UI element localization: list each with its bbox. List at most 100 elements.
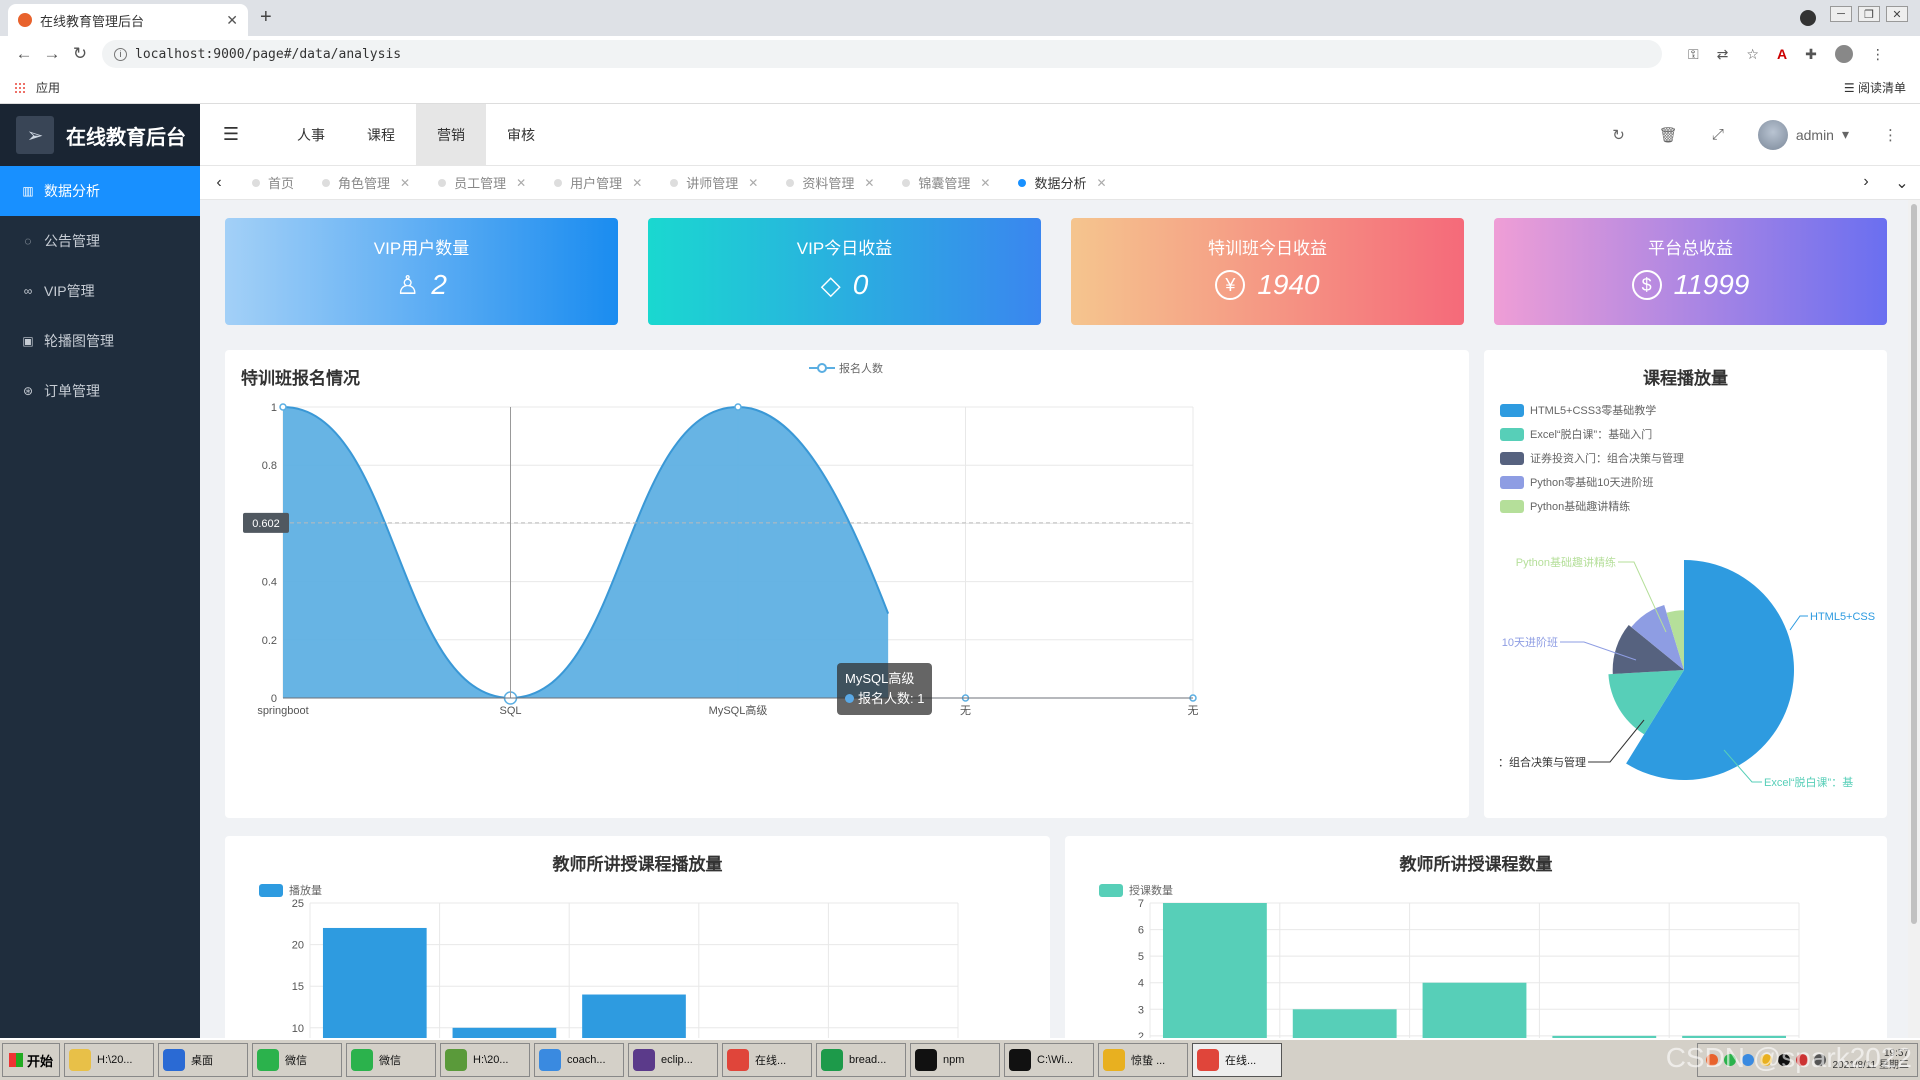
tag-item-7[interactable]: 数据分析 ✕ <box>1004 166 1120 200</box>
sidebar-item-3[interactable]: ▣ 轮播图管理 <box>0 316 200 366</box>
tags-dropdown-icon[interactable]: ⌄ <box>1884 173 1920 193</box>
tag-close-icon[interactable]: ✕ <box>400 176 410 190</box>
x-tick-label: springboot <box>257 705 308 717</box>
page-scrollbar[interactable] <box>1908 200 1920 1038</box>
y-tick-label: 0.4 <box>262 577 277 589</box>
teacher-count-bar-chart[interactable]: 2 3 4 5 6 7 <box>1065 836 1887 1038</box>
tag-item-5[interactable]: 资料管理 ✕ <box>772 166 888 200</box>
tags-next-icon[interactable]: › <box>1848 173 1884 193</box>
pdf-extension-icon[interactable]: A <box>1777 46 1787 62</box>
star-icon[interactable]: ☆ <box>1746 46 1759 63</box>
stat-title: 平台总收益 <box>1648 239 1733 258</box>
taskbar-item-1[interactable]: 桌面 <box>158 1043 249 1077</box>
tag-item-4[interactable]: 讲师管理 ✕ <box>656 166 772 200</box>
taskbar-item-4[interactable]: H:\20... <box>440 1043 531 1077</box>
tag-label: 用户管理 <box>570 176 623 191</box>
taskbar-item-2[interactable]: 微信 <box>252 1043 343 1077</box>
tag-close-icon[interactable]: ✕ <box>980 176 990 190</box>
tag-close-icon[interactable]: ✕ <box>516 176 526 190</box>
browser-tab[interactable]: 在线教育管理后台 ✕ <box>8 4 248 36</box>
app-icon <box>633 1049 656 1071</box>
key-icon[interactable]: ⚿ <box>1688 46 1699 63</box>
taskbar-item-0[interactable]: H:\20... <box>64 1043 155 1077</box>
taskbar-item-10[interactable]: C:\Wi... <box>1004 1043 1095 1077</box>
taskbar-item-label: 在线... <box>755 1055 787 1067</box>
new-tab-button[interactable]: + <box>260 6 272 29</box>
taskbar-item-5[interactable]: coach... <box>534 1043 625 1077</box>
bar[interactable] <box>582 994 686 1038</box>
sidebar-item-0[interactable]: ▥ 数据分析 <box>0 166 200 216</box>
taskbar-item-6[interactable]: eclip... <box>628 1043 719 1077</box>
tag-item-3[interactable]: 用户管理 ✕ <box>540 166 656 200</box>
windows-flag-icon <box>9 1053 23 1067</box>
sidebar-item-4[interactable]: ⊛ 订单管理 <box>0 366 200 416</box>
sidebar-item-label: 轮播图管理 <box>44 333 114 349</box>
translate-icon[interactable]: ⇄ <box>1717 46 1729 63</box>
tooltip-series: 报名人数 <box>858 691 911 706</box>
tag-close-icon[interactable]: ✕ <box>864 176 874 190</box>
tab-search-icon[interactable] <box>1800 10 1816 26</box>
bar[interactable] <box>1422 982 1527 1038</box>
forward-icon[interactable]: → <box>38 44 66 64</box>
scrollbar-thumb[interactable] <box>1911 204 1917 924</box>
tag-close-icon[interactable]: ✕ <box>1097 176 1107 190</box>
minimize-icon[interactable]: ─ <box>1830 6 1852 22</box>
bookmark-apps[interactable]: 应用 <box>36 79 60 96</box>
tag-item-0[interactable]: 首页 <box>238 166 308 200</box>
bar[interactable] <box>1292 1009 1397 1038</box>
restore-icon[interactable]: ❐ <box>1858 6 1880 22</box>
topnav-item-1[interactable]: 课程 <box>346 104 416 166</box>
taskbar-item-3[interactable]: 微信 <box>346 1043 437 1077</box>
enroll-line-chart[interactable]: 00.20.40.60.81springbootSQLMySQL高级无无0.60… <box>225 350 1469 818</box>
close-tab-icon[interactable]: ✕ <box>226 12 238 29</box>
sidebar-item-1[interactable]: ◌ 公告管理 <box>0 216 200 266</box>
image-icon: ▣ <box>22 334 34 348</box>
taskbar-item-9[interactable]: npm <box>910 1043 1001 1077</box>
start-button[interactable]: 开始 <box>2 1043 61 1077</box>
more-icon[interactable]: ⋮ <box>1883 126 1898 144</box>
topnav-item-0[interactable]: 人事 <box>276 104 346 166</box>
refresh-icon[interactable]: ↻ <box>1612 126 1625 144</box>
os-taskbar: 开始 H:\20... 桌面 微信 微信 H:\20... coach... eclip..… <box>0 1038 1920 1080</box>
favicon-icon <box>18 13 32 27</box>
profile-icon[interactable] <box>1834 45 1853 63</box>
tag-item-1[interactable]: 角色管理 ✕ <box>308 166 424 200</box>
bar[interactable] <box>1162 903 1267 1038</box>
taskbar-item-8[interactable]: bread... <box>816 1043 907 1077</box>
taskbar-item-12[interactable]: 在线... <box>1192 1043 1283 1077</box>
tag-item-6[interactable]: 锦囊管理 ✕ <box>888 166 1004 200</box>
course-views-pie[interactable]: HTML5+CSS Excel“脱白课”：基 ：组合决策与管理 10天进阶班 Pytho… <box>1484 350 1887 818</box>
reload-icon[interactable]: ↻ <box>66 44 94 64</box>
sidebar-item-2[interactable]: ∞ VIP管理 <box>0 266 200 316</box>
menu-dots-icon[interactable]: ⋮ <box>1871 46 1885 63</box>
bar[interactable] <box>322 927 427 1038</box>
apps-grid-icon <box>14 81 26 94</box>
data-point[interactable] <box>279 403 287 411</box>
fullscreen-icon[interactable]: ⤢ <box>1712 126 1724 143</box>
teacher-views-bar-chart[interactable]: 10 15 20 25 <box>225 836 1050 1038</box>
taskbar-item-11[interactable]: 惊蛰 ... <box>1098 1043 1189 1077</box>
topnav-item-2[interactable]: 营销 <box>416 103 486 166</box>
bar[interactable] <box>452 1027 557 1038</box>
pie-chart-card: 课程播放量 HTML5+CSS3零基础教学 Excel“脱白课”：基础入门 证券投资… <box>1484 350 1887 818</box>
tags-prev-icon[interactable]: ‹ <box>200 174 238 192</box>
trash-icon[interactable]: 🗑 <box>1659 126 1678 144</box>
site-info-icon[interactable]: i <box>114 47 127 61</box>
dollar-coin-icon: $ <box>1631 270 1662 300</box>
y-tick-label: 7 <box>1138 898 1144 910</box>
taskbar-item-7[interactable]: 在线... <box>722 1043 813 1077</box>
taskbar-item-label: 桌面 <box>191 1055 214 1067</box>
data-point[interactable] <box>734 403 742 411</box>
topnav-item-3[interactable]: 审核 <box>486 104 556 166</box>
user-menu[interactable]: admin ▾ <box>1757 119 1849 150</box>
close-window-icon[interactable]: ✕ <box>1886 6 1908 22</box>
tag-close-icon[interactable]: ✕ <box>632 176 642 190</box>
tag-item-2[interactable]: 员工管理 ✕ <box>424 166 540 200</box>
puzzle-icon[interactable]: ✚ <box>1805 46 1817 63</box>
collapse-menu-icon[interactable]: ☰ <box>206 124 256 145</box>
y-tick-label: 20 <box>292 940 304 952</box>
tag-close-icon[interactable]: ✕ <box>748 176 758 190</box>
back-icon[interactable]: ← <box>10 44 38 64</box>
url-input[interactable]: i localhost:9000/page#/data/analysis <box>102 40 1662 68</box>
reading-list-button[interactable]: ☰ 阅读清单 <box>1844 79 1906 96</box>
